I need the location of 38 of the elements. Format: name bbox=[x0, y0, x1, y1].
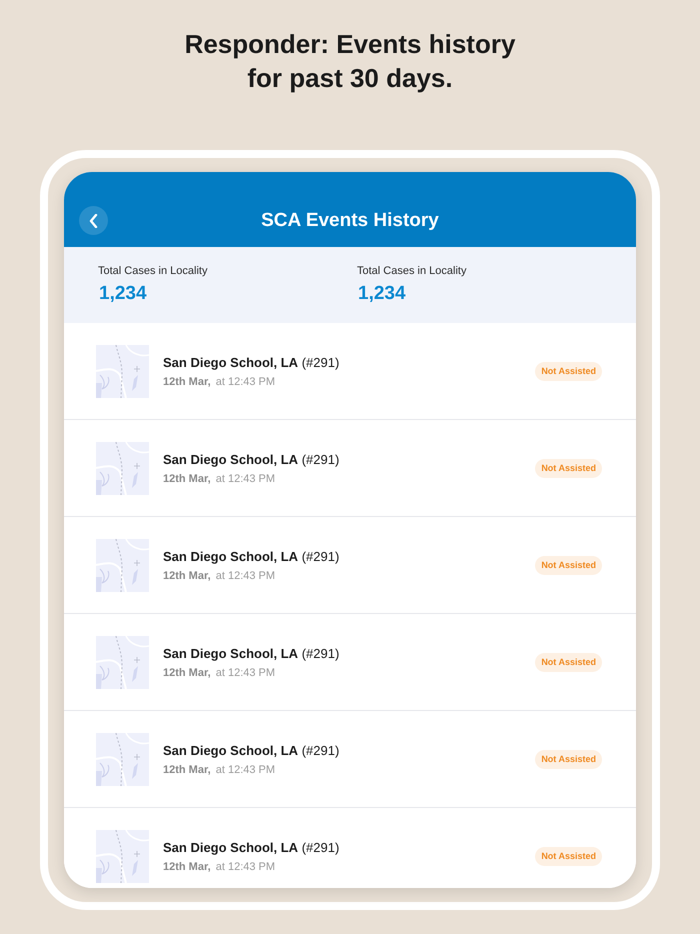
status-badge: Not Assisted bbox=[535, 458, 602, 478]
event-title: San Diego School, LA (#291) bbox=[163, 548, 340, 564]
page-heading: Responder: Events history for past 30 days. bbox=[184, 28, 516, 95]
stat-value: 1,234 bbox=[99, 282, 147, 306]
status-badge: Not Assisted bbox=[535, 750, 602, 768]
stat-value: 1,234 bbox=[358, 282, 406, 306]
status-badge: Not Assisted bbox=[535, 362, 602, 380]
back-icon bbox=[89, 214, 98, 228]
event-title: San Diego School, LA (#291) bbox=[163, 838, 340, 856]
event-time: 12th Mar, at 12:43 PM bbox=[163, 374, 276, 388]
stat-label: Total Cases in Locality bbox=[98, 264, 208, 278]
back-button[interactable] bbox=[79, 206, 108, 235]
event-row[interactable]: San Diego School, LA (#291) 12th Mar, at 12:43 PM Not Assisted bbox=[64, 808, 636, 888]
stat-label: Total Cases in Locality bbox=[357, 264, 466, 278]
event-row[interactable]: San Diego School, LA (#291) 12th Mar, at 12:43 PM Not Assisted bbox=[64, 420, 636, 517]
map-drawing bbox=[96, 442, 149, 494]
event-title: San Diego School, LA (#291) bbox=[163, 742, 340, 758]
event-title: San Diego School, LA (#291) bbox=[163, 644, 340, 662]
map-drawing bbox=[96, 538, 149, 592]
map-drawing bbox=[96, 732, 149, 786]
map-drawing bbox=[96, 344, 149, 398]
status-badge: Not Assisted bbox=[535, 556, 602, 574]
event-time: 12th Mar, at 12:43 PM bbox=[163, 666, 276, 680]
map-drawing bbox=[96, 636, 149, 688]
event-time: 12th Mar, at 12:43 PM bbox=[163, 472, 276, 486]
event-time: 12th Mar, at 12:43 PM bbox=[163, 762, 276, 776]
event-row[interactable]: San Diego School, LA (#291) 12th Mar, at 12:43 PM Not Assisted bbox=[64, 323, 636, 420]
event-time: 12th Mar, at 12:43 PM bbox=[163, 568, 276, 582]
event-row[interactable]: San Diego School, LA (#291) 12th Mar, at 12:43 PM Not Assisted bbox=[64, 517, 636, 614]
status-badge: Not Assisted bbox=[535, 652, 602, 672]
event-row[interactable]: San Diego School, LA (#291) 12th Mar, at 12:43 PM Not Assisted bbox=[64, 614, 636, 711]
event-time: 12th Mar, at 12:43 PM bbox=[163, 860, 276, 874]
event-title: San Diego School, LA (#291) bbox=[163, 450, 340, 468]
screen-title: SCA Events History bbox=[261, 208, 439, 232]
event-row[interactable]: San Diego School, LA (#291) 12th Mar, at 12:43 PM Not Assisted bbox=[64, 711, 636, 808]
status-badge: Not Assisted bbox=[535, 846, 602, 866]
map-drawing bbox=[96, 830, 149, 882]
event-title: San Diego School, LA (#291) bbox=[163, 354, 340, 370]
